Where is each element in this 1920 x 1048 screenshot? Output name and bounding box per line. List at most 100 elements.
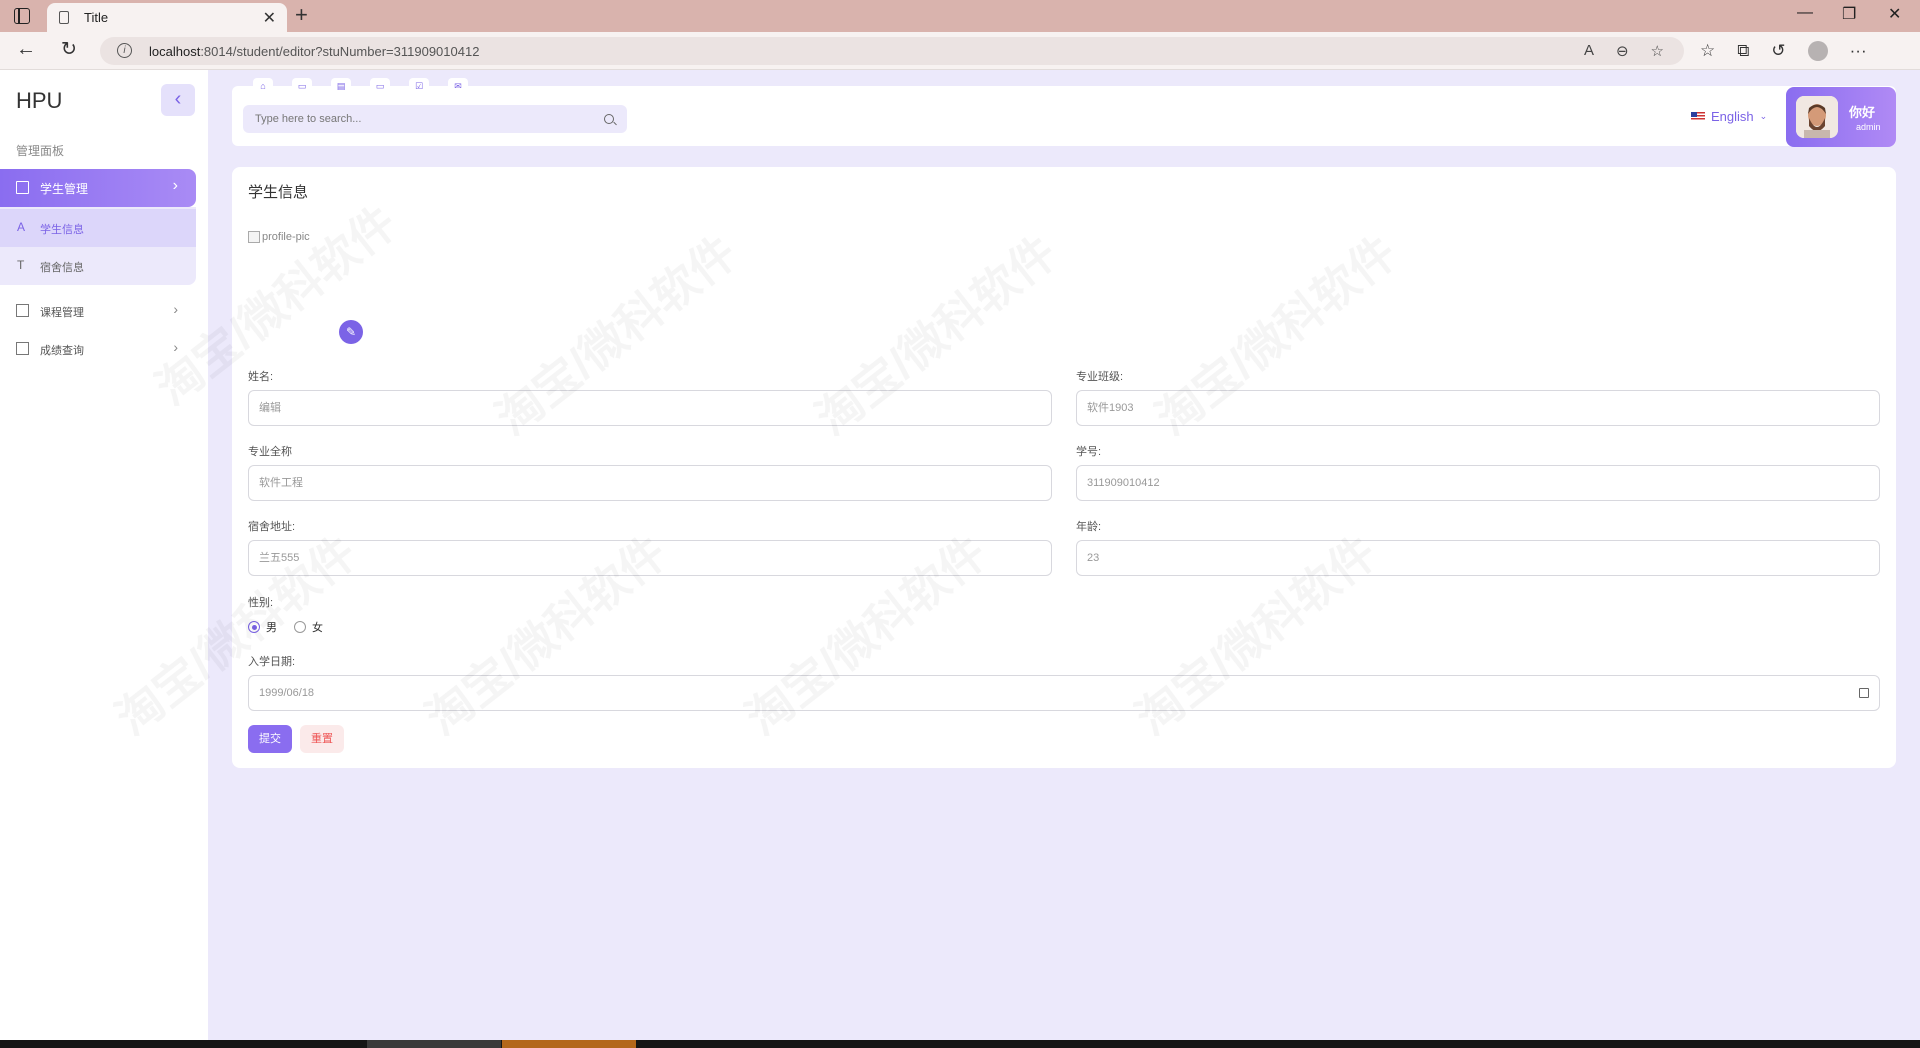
- search-placeholder: Type here to search...: [255, 113, 362, 125]
- submenu: A 学生信息 T 宿舍信息: [0, 207, 196, 285]
- chevron-right-icon: ›: [173, 301, 178, 317]
- checklist-icon[interactable]: ☑: [409, 78, 429, 94]
- tab-title: Title: [84, 10, 109, 25]
- age-field[interactable]: 23: [1076, 540, 1880, 576]
- close-tab-icon[interactable]: ✕: [263, 8, 276, 28]
- user-profile-card[interactable]: 你好 admin: [1786, 87, 1896, 147]
- browser-tab-bar: Title ✕ + — ❐ ✕: [0, 0, 1920, 32]
- columns-icon: [16, 181, 29, 194]
- radio-unchecked[interactable]: [294, 621, 306, 633]
- profile-pic-alt: profile-pic: [262, 231, 310, 243]
- taskbar-app[interactable]: [367, 1040, 501, 1048]
- name-field[interactable]: 编辑: [248, 390, 1052, 426]
- menu-label: 成绩查询: [40, 345, 84, 357]
- site-info-icon[interactable]: i: [117, 43, 132, 58]
- enroll-date-label: 入学日期:: [248, 656, 296, 668]
- dorm-field[interactable]: 兰五555: [248, 540, 1052, 576]
- back-icon[interactable]: ←: [16, 38, 36, 61]
- student-number-label: 学号:: [1076, 446, 1102, 458]
- menu-item-student-management[interactable]: 学生管理 ›: [0, 169, 196, 207]
- chat-icon[interactable]: ▭: [370, 78, 390, 94]
- us-flag-icon: [1691, 112, 1705, 121]
- brand-title: HPU: [16, 88, 63, 113]
- address-bar: ← ↻ i localhost:8014/student/editor?stuN…: [0, 32, 1920, 70]
- menu-item-grade-query[interactable]: 成绩查询 ›: [0, 330, 196, 368]
- sidebar-item-label: 宿舍信息: [40, 262, 84, 274]
- new-tab-icon[interactable]: +: [295, 2, 308, 28]
- radio-label: 女: [312, 622, 323, 634]
- browser-tab[interactable]: Title ✕: [47, 3, 287, 32]
- restore-icon[interactable]: ❐: [1842, 4, 1856, 24]
- sidebar-item-dorm-info[interactable]: T 宿舍信息: [0, 247, 196, 285]
- radio-checked[interactable]: [248, 621, 260, 633]
- more-icon[interactable]: ···: [1850, 41, 1867, 61]
- dorm-label: 宿舍地址:: [248, 521, 296, 533]
- url-host: localhost: [149, 44, 201, 59]
- menu-label: 课程管理: [40, 307, 84, 319]
- mail-icon[interactable]: ✉: [448, 78, 468, 94]
- class-field[interactable]: 软件1903: [1076, 390, 1880, 426]
- minimize-icon[interactable]: —: [1797, 4, 1813, 22]
- sidebar-item-label: 学生信息: [40, 224, 84, 236]
- broken-image-icon: [248, 231, 260, 243]
- quick-icons: ⌂ ▭ ▤ ▭ ☑ ✉: [253, 78, 468, 94]
- search-icon[interactable]: [604, 114, 614, 124]
- profile-icon[interactable]: [1807, 41, 1828, 61]
- reload-icon[interactable]: ↻: [61, 38, 77, 61]
- class-label: 专业班级:: [1076, 371, 1124, 383]
- gender-radio-female[interactable]: 女: [294, 619, 323, 635]
- profile-picture: profile-pic: [248, 231, 310, 243]
- close-window-icon[interactable]: ✕: [1888, 4, 1901, 24]
- age-label: 年龄:: [1076, 521, 1102, 533]
- tab-actions-icon[interactable]: [14, 8, 30, 24]
- pencil-icon: ✎: [345, 325, 357, 339]
- calendar-icon[interactable]: [1859, 688, 1869, 698]
- search-input[interactable]: Type here to search...: [243, 105, 627, 133]
- name-label: 姓名:: [248, 371, 274, 383]
- read-aloud-icon[interactable]: A: [1584, 42, 1594, 60]
- user-name: admin: [1856, 122, 1881, 132]
- user-greeting: 你好: [1849, 105, 1876, 120]
- calculator-icon: [16, 342, 29, 355]
- text-a-icon: A: [17, 220, 26, 234]
- gender-label: 性别:: [248, 597, 274, 609]
- submit-button[interactable]: 提交: [248, 725, 292, 753]
- url-text: localhost:8014/student/editor?stuNumber=…: [149, 44, 479, 59]
- favorites-icon[interactable]: ☆: [1700, 41, 1715, 61]
- radio-label: 男: [266, 622, 277, 634]
- sidebar: HPU ‹ 管理面板 学生管理 › A 学生信息 T 宿舍信息 课程管理 › 成…: [0, 70, 208, 1040]
- chevron-right-icon: ›: [172, 177, 178, 194]
- collections-icon[interactable]: ⧉: [1737, 41, 1749, 61]
- table-icon: [16, 304, 29, 317]
- url-field[interactable]: i localhost:8014/student/editor?stuNumbe…: [100, 37, 1684, 65]
- history-icon[interactable]: ↺: [1771, 41, 1785, 61]
- message-icon[interactable]: ▭: [292, 78, 312, 94]
- major-field[interactable]: 软件工程: [248, 465, 1052, 501]
- page-title: 学生信息: [248, 184, 309, 201]
- reset-button[interactable]: 重置: [300, 725, 344, 753]
- menu-label: 学生管理: [40, 182, 89, 196]
- taskbar-app-active[interactable]: [502, 1040, 636, 1048]
- student-number-field[interactable]: 311909010412: [1076, 465, 1880, 501]
- home-icon[interactable]: ⌂: [253, 78, 273, 94]
- major-label: 专业全称: [248, 446, 292, 458]
- sidebar-item-student-info[interactable]: A 学生信息: [0, 209, 196, 247]
- menu-heading: 管理面板: [16, 144, 65, 158]
- gender-radio-male[interactable]: 男: [248, 619, 277, 635]
- chevron-down-icon: ⌄: [1759, 111, 1768, 121]
- page-icon: [59, 11, 69, 24]
- url-path: :8014/student/editor?stuNumber=311909010…: [200, 44, 480, 59]
- text-t-icon: T: [17, 258, 25, 272]
- chevron-right-icon: ›: [173, 339, 178, 355]
- add-favorite-icon[interactable]: ☆: [1651, 42, 1664, 60]
- document-icon[interactable]: ▤: [331, 78, 351, 94]
- enroll-date-field[interactable]: 1999/06/18: [248, 675, 1880, 711]
- enroll-date-value: 1999/06/18: [259, 687, 315, 699]
- os-taskbar: [0, 1040, 1920, 1048]
- avatar: [1796, 96, 1838, 138]
- language-selector[interactable]: English ⌄: [1691, 109, 1767, 124]
- zoom-out-icon[interactable]: ⊖: [1616, 42, 1629, 60]
- menu-item-course-management[interactable]: 课程管理 ›: [0, 292, 196, 330]
- collapse-sidebar-button[interactable]: ‹: [161, 84, 195, 116]
- edit-photo-button[interactable]: ✎: [339, 320, 363, 344]
